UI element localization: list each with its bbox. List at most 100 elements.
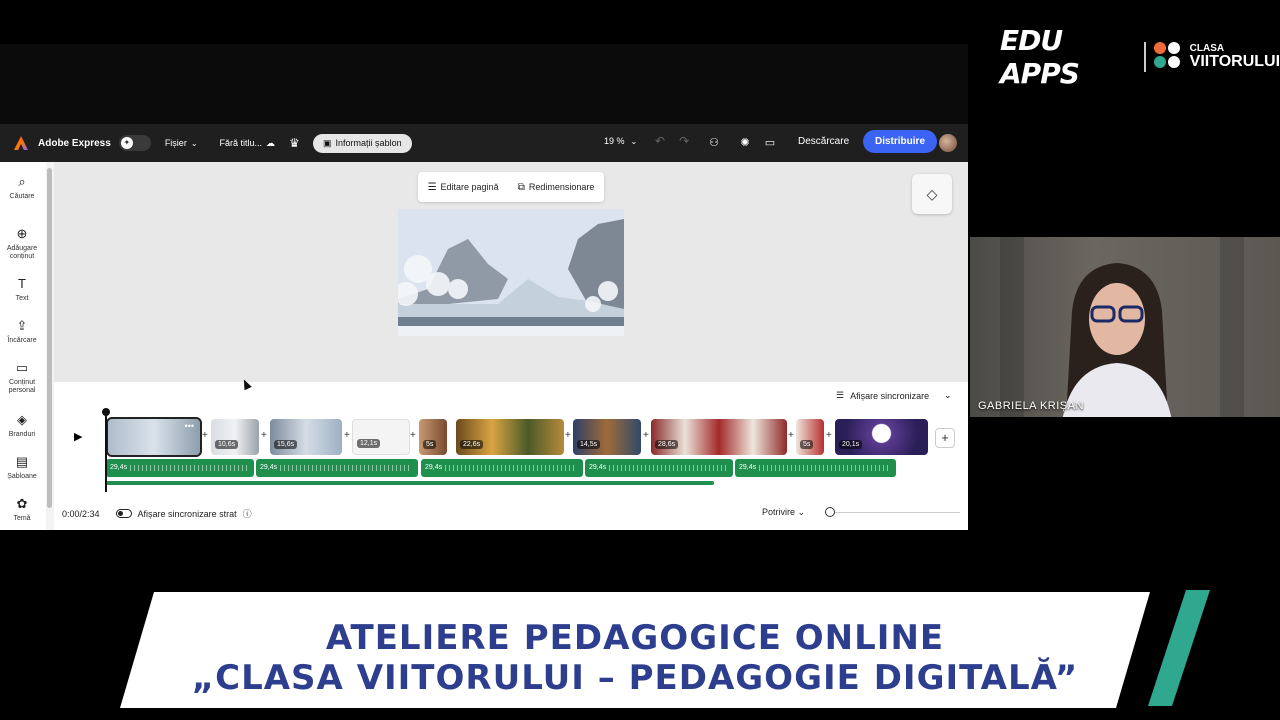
clip-duration: 15,6s bbox=[274, 440, 298, 449]
playhead[interactable] bbox=[102, 408, 110, 492]
sidebar-scrollbar[interactable] bbox=[46, 162, 54, 530]
fit-dropdown[interactable]: Potrivire ⌄ bbox=[762, 507, 805, 518]
timeline-clip[interactable]: 20,1s bbox=[835, 419, 928, 455]
timeline-clip[interactable]: 15,6s bbox=[270, 419, 342, 455]
sidebar-item-label: Branduri bbox=[8, 430, 36, 438]
sidebar-item-personal[interactable]: ▭ Conținut personal bbox=[0, 360, 44, 395]
sidebar-item-add-content[interactable]: ⊕ Adăugare conținut bbox=[0, 226, 44, 261]
audio-track-segment[interactable]: 29,4s bbox=[421, 459, 583, 477]
add-between-icon[interactable]: + bbox=[643, 430, 649, 441]
sidebar-item-search[interactable]: ⌕ Căutare bbox=[0, 174, 44, 201]
fit-label: Potrivire bbox=[762, 507, 796, 517]
add-between-icon[interactable]: + bbox=[344, 430, 350, 441]
play-icon[interactable]: ▶ bbox=[74, 430, 82, 443]
clip-duration: 28,6s bbox=[655, 440, 679, 449]
sidebar-item-theme[interactable]: ✿ Temă bbox=[0, 496, 44, 523]
audio-duration: 29,4s bbox=[589, 464, 607, 471]
sidebar-item-upload[interactable]: ⇪ Încărcare bbox=[0, 318, 44, 345]
title-banner: ATELIERE PEDAGOGICE ONLINE „CLASA VIITOR… bbox=[120, 592, 1150, 708]
timeline-clip-selected[interactable]: ••• bbox=[106, 417, 202, 457]
add-clip-button[interactable]: + bbox=[935, 428, 955, 448]
audio-track-segment[interactable]: 29,4s bbox=[256, 459, 418, 477]
timeline-clip[interactable]: 12,1s bbox=[352, 419, 410, 455]
zoom-slider[interactable] bbox=[825, 507, 960, 517]
zoom-control[interactable]: 19 % ⌄ bbox=[604, 136, 637, 146]
lightbulb-icon[interactable]: ✺ bbox=[734, 132, 756, 154]
audio-track-segment[interactable]: 29,4s bbox=[585, 459, 733, 477]
add-between-icon[interactable]: + bbox=[202, 430, 208, 441]
text-icon: T bbox=[18, 276, 26, 291]
timeline-clip[interactable]: 28,6s bbox=[651, 419, 787, 455]
timeline-clip[interactable]: 5s bbox=[419, 419, 447, 455]
layer-sync-label: Afișare sincronizare strat bbox=[137, 508, 237, 519]
scrollbar-thumb[interactable] bbox=[47, 168, 52, 508]
audio-duration: 29,4s bbox=[739, 464, 757, 471]
clasa-viitorului-text: CLASA VIITORULUI bbox=[1190, 44, 1280, 70]
clip-duration: 14,5s bbox=[577, 440, 601, 449]
crown-icon[interactable]: ♛ bbox=[289, 136, 303, 150]
chevron-down-icon: ⌄ bbox=[630, 136, 638, 146]
edit-page-button[interactable]: ☰ Editare pagină bbox=[428, 182, 499, 193]
info-icon[interactable]: ⓘ bbox=[243, 507, 252, 520]
adobe-express-window: Adobe Express ✦ Fișier ⌄ Fără titlu... ☁… bbox=[0, 44, 968, 530]
add-between-icon[interactable]: + bbox=[261, 430, 267, 441]
audio-track-segment[interactable]: 29,4s bbox=[106, 459, 254, 477]
timeline-clip[interactable]: 5s bbox=[796, 419, 824, 455]
sidebar-item-text[interactable]: T Text bbox=[0, 276, 44, 303]
document-title[interactable]: Fără titlu... ☁ bbox=[220, 138, 276, 149]
layer-sync-toggle[interactable]: Afișare sincronizare strat ⓘ bbox=[115, 507, 252, 520]
clip-duration: 5s bbox=[800, 440, 814, 449]
sidebar-item-label: Șabloane bbox=[7, 472, 37, 480]
sidebar-item-label: Temă bbox=[13, 514, 31, 522]
chevron-down-icon[interactable]: ⌄ bbox=[944, 390, 952, 401]
add-between-icon[interactable]: + bbox=[410, 430, 416, 441]
audio-track-segment[interactable]: 29,4s bbox=[735, 459, 896, 477]
timeline-clip[interactable]: 22,6s bbox=[456, 419, 564, 455]
sync-view-button[interactable]: ☰ Afișare sincronizare bbox=[836, 390, 929, 401]
download-button[interactable]: Descărcare bbox=[789, 130, 858, 153]
timeline-clip[interactable]: 14,5s bbox=[573, 419, 641, 455]
clip-duration: 12,1s bbox=[357, 439, 381, 448]
presenter-figure bbox=[1062, 263, 1172, 417]
timeline-progress-bar bbox=[106, 481, 714, 485]
audio-duration: 29,4s bbox=[425, 464, 443, 471]
adobe-logo-icon[interactable] bbox=[14, 136, 28, 150]
comment-icon[interactable]: ▭ bbox=[759, 132, 781, 154]
app-name[interactable]: Adobe Express bbox=[38, 138, 111, 149]
file-menu[interactable]: Fișier ⌄ bbox=[165, 138, 198, 148]
redo-icon[interactable]: ↷ bbox=[679, 134, 689, 148]
add-between-icon[interactable]: + bbox=[788, 430, 794, 441]
left-sidebar: ⌕ Căutare ⊕ Adăugare conținut T Text ⇪ Î… bbox=[0, 162, 46, 530]
template-info-button[interactable]: ▣ Informații șablon bbox=[313, 133, 412, 153]
clip-duration: 22,6s bbox=[460, 440, 484, 449]
toggle-switch[interactable] bbox=[115, 509, 132, 518]
sidebar-item-brands[interactable]: ◈ Branduri bbox=[0, 412, 44, 439]
slider-knob[interactable] bbox=[825, 507, 835, 517]
search-icon: ⌕ bbox=[18, 174, 26, 189]
layers-button[interactable]: ◇ bbox=[912, 174, 952, 214]
more-options-icon[interactable]: ••• bbox=[185, 421, 194, 431]
resize-button[interactable]: ⧉ Redimensionare bbox=[518, 182, 595, 193]
screen-top-band bbox=[0, 44, 968, 124]
sidebar-item-templates[interactable]: ▤ Șabloane bbox=[0, 454, 44, 481]
document-title-label: Fără titlu... bbox=[219, 138, 263, 148]
undo-icon[interactable]: ↶ bbox=[655, 134, 665, 148]
timeline-clip[interactable]: 10,6s bbox=[211, 419, 259, 455]
user-avatar[interactable] bbox=[939, 134, 957, 152]
video-frame: EDU APPS CLASA VIITORULUI Adobe Express … bbox=[0, 0, 1280, 720]
collaborate-icon[interactable]: ⚇ bbox=[703, 132, 725, 154]
add-between-icon[interactable]: + bbox=[826, 430, 832, 441]
sidebar-item-label: Încărcare bbox=[7, 336, 37, 344]
add-between-icon[interactable]: + bbox=[565, 430, 571, 441]
theme-icon: ✿ bbox=[16, 496, 28, 511]
banner-line-1: ATELIERE PEDAGOGICE ONLINE bbox=[325, 618, 945, 658]
edu-apps-logo-text: EDU APPS bbox=[1000, 24, 1080, 90]
sidebar-item-label: Adăugare conținut bbox=[6, 244, 38, 260]
share-button[interactable]: Distribuire bbox=[863, 130, 938, 153]
audio-duration: 29,4s bbox=[110, 464, 128, 471]
time-display: 0:00/2:34 bbox=[62, 508, 100, 519]
page-preview-image[interactable] bbox=[398, 209, 624, 336]
presenter-name: GABRIELA KRIȘAN bbox=[978, 400, 1084, 412]
theme-toggle[interactable]: ✦ bbox=[118, 135, 151, 151]
clip-duration: 10,6s bbox=[215, 440, 239, 449]
